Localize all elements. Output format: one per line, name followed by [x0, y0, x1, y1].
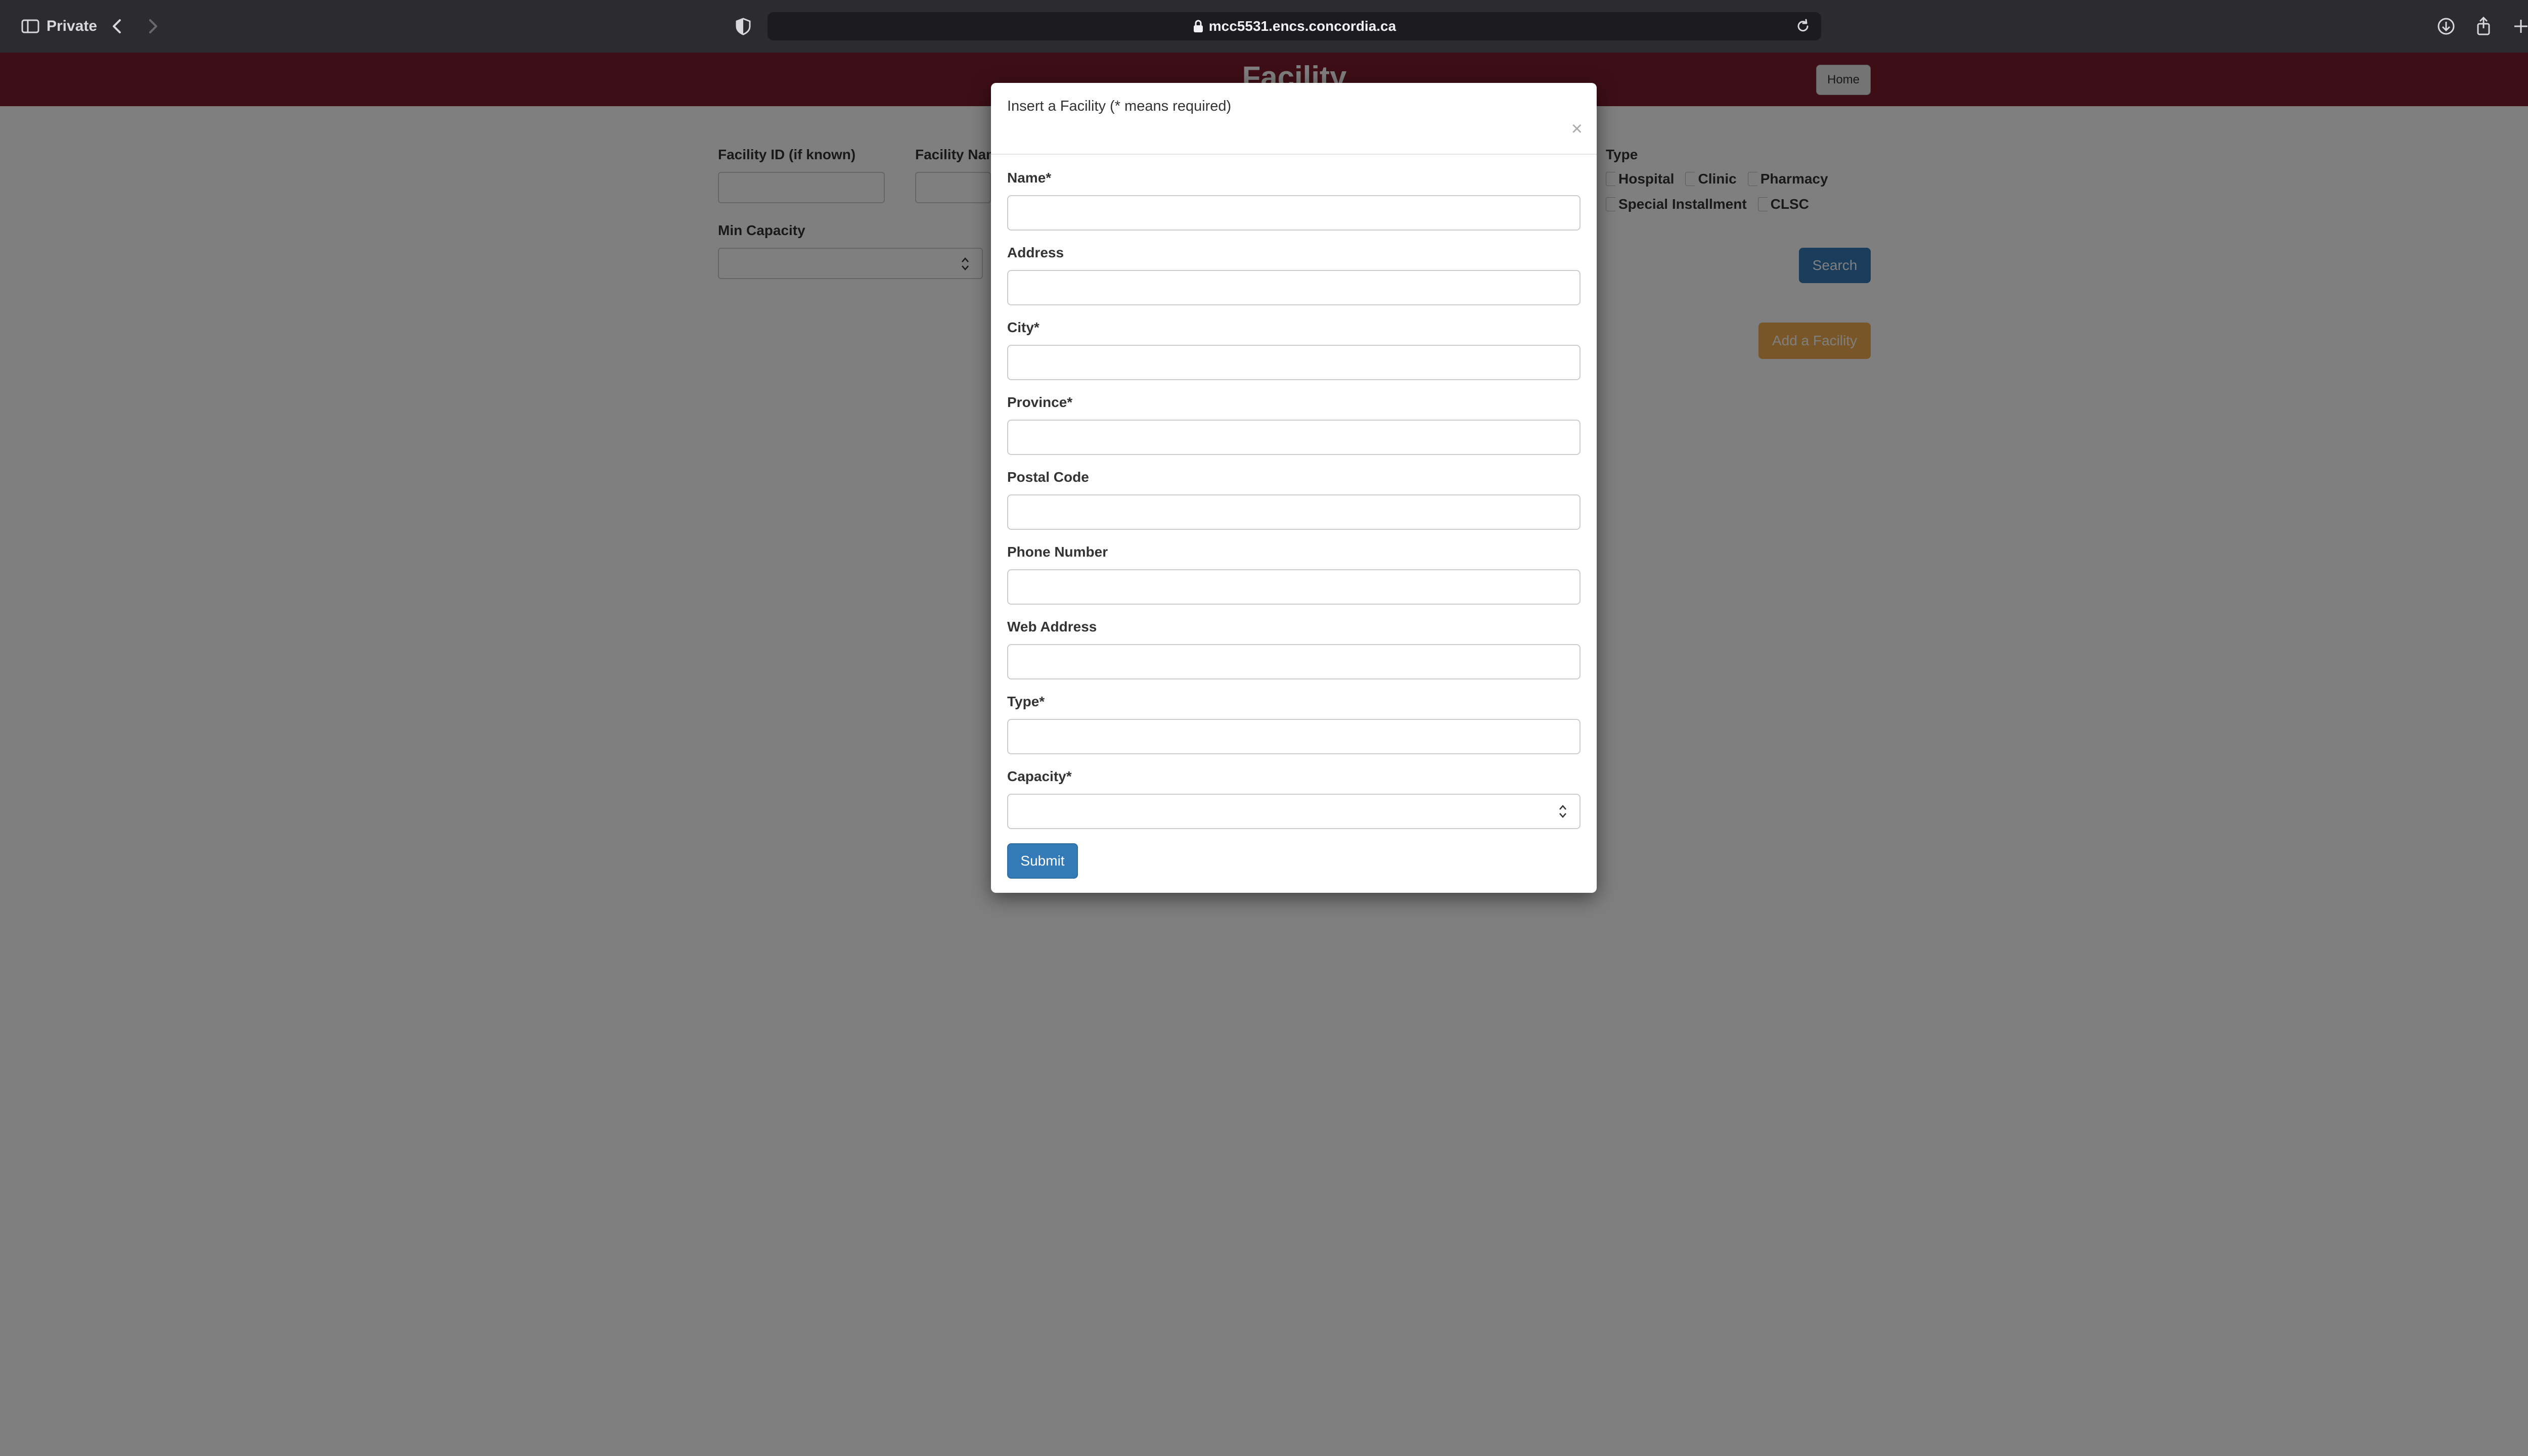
- postal-code-label: Postal Code: [1007, 469, 1089, 485]
- web-address-input[interactable]: [1007, 644, 1581, 679]
- address-label: Address: [1007, 245, 1064, 260]
- lock-icon: [1193, 20, 1203, 32]
- city-label: City*: [1007, 320, 1040, 335]
- type-field-label: Type*: [1007, 694, 1045, 709]
- insert-facility-modal: Insert a Facility (* means required) × N…: [991, 83, 1597, 893]
- name-input[interactable]: [1007, 195, 1581, 231]
- phone-number-input[interactable]: [1007, 569, 1581, 605]
- back-icon[interactable]: [106, 15, 128, 37]
- web-address-label: Web Address: [1007, 619, 1097, 634]
- phone-number-label: Phone Number: [1007, 544, 1108, 560]
- private-mode-label: Private: [47, 18, 98, 34]
- browser-toolbar: Private mcc5531.encs.concordia.ca: [0, 0, 2528, 53]
- modal-header: Insert a Facility (* means required) ×: [991, 83, 1597, 155]
- privacy-shield-icon[interactable]: [732, 15, 754, 37]
- downloads-icon[interactable]: [2435, 15, 2457, 37]
- capacity-input[interactable]: [1007, 794, 1581, 829]
- province-input[interactable]: [1007, 420, 1581, 455]
- address-bar[interactable]: mcc5531.encs.concordia.ca: [768, 12, 1821, 40]
- postal-code-input[interactable]: [1007, 494, 1581, 530]
- type-input[interactable]: [1007, 719, 1581, 754]
- modal-title: Insert a Facility (* means required): [1007, 98, 1232, 114]
- forward-icon[interactable]: [142, 15, 164, 37]
- province-label: Province*: [1007, 394, 1073, 410]
- capacity-label: Capacity*: [1007, 768, 1072, 784]
- city-input[interactable]: [1007, 345, 1581, 380]
- address-input[interactable]: [1007, 270, 1581, 305]
- name-label: Name*: [1007, 170, 1052, 186]
- sidebar-toggle-icon[interactable]: [19, 15, 41, 37]
- reload-icon[interactable]: [1795, 18, 1811, 34]
- share-icon[interactable]: [2472, 15, 2495, 37]
- submit-button[interactable]: Submit: [1007, 843, 1078, 879]
- spinner-arrows-icon[interactable]: [1558, 803, 1567, 820]
- url-text: mcc5531.encs.concordia.ca: [1208, 18, 1396, 34]
- new-tab-icon[interactable]: [2510, 15, 2528, 37]
- close-icon[interactable]: ×: [1571, 119, 1583, 139]
